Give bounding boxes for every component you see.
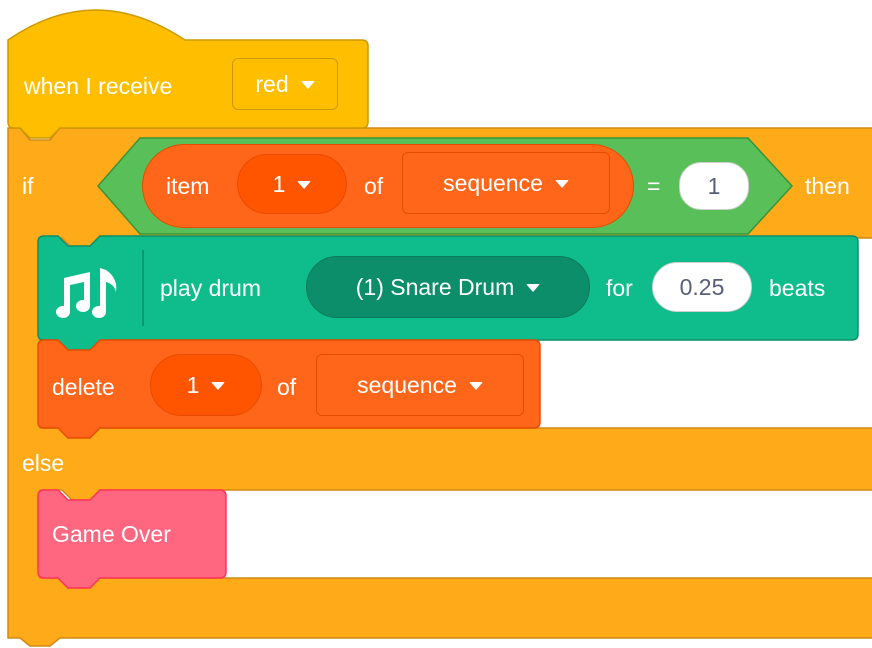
beats-value: 0.25 <box>679 273 725 300</box>
game-over-label: Game Over <box>52 521 171 547</box>
for-label: for <box>606 275 633 301</box>
delete-of-label: of <box>277 374 297 400</box>
beats-input[interactable]: 0.25 <box>652 262 752 312</box>
chevron-down-icon <box>468 382 483 390</box>
game-over-block[interactable] <box>0 0 240 600</box>
delete-list-dropdown-value: sequence <box>357 371 457 398</box>
beats-label: beats <box>769 275 826 301</box>
delete-list-dropdown[interactable]: sequence <box>316 354 524 416</box>
code-area: when I receive red if then item 1 of seq… <box>0 0 872 648</box>
